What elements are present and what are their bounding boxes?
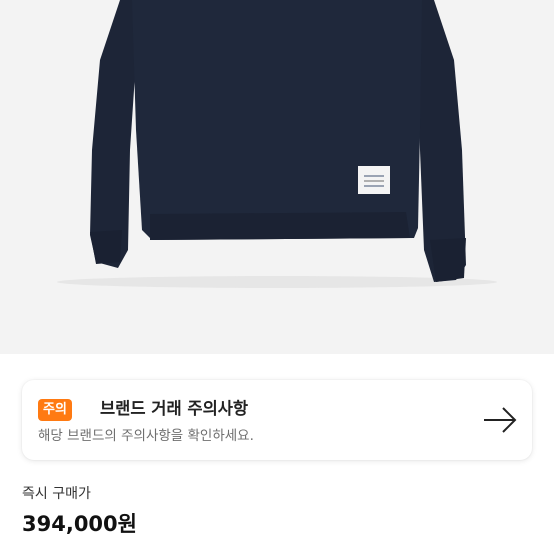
left-cuff (90, 230, 122, 264)
navy-sweatshirt-photo (57, 0, 497, 288)
label-stripe (364, 180, 384, 182)
price-label: 즉시 구매가 (22, 486, 91, 502)
left-sleeve (90, 0, 140, 268)
brand-notice-card[interactable]: 주의 브랜드 거래 주의사항 해당 브랜드의 주의사항을 확인하세요. (22, 380, 532, 460)
price-value: 394,000원 (22, 512, 137, 536)
garment-hem (150, 212, 410, 240)
arrow-right-icon[interactable] (482, 404, 518, 436)
garment-shadow (57, 276, 497, 288)
right-cuff (430, 238, 466, 282)
notice-title: 브랜드 거래 주의사항 (100, 399, 249, 418)
label-stripe (364, 185, 384, 187)
notice-description: 해당 브랜드의 주의사항을 확인하세요. (38, 428, 254, 444)
product-image (0, 0, 554, 354)
garment-body (132, 0, 422, 240)
label-stripe (364, 175, 384, 177)
caution-badge: 주의 (38, 399, 72, 421)
